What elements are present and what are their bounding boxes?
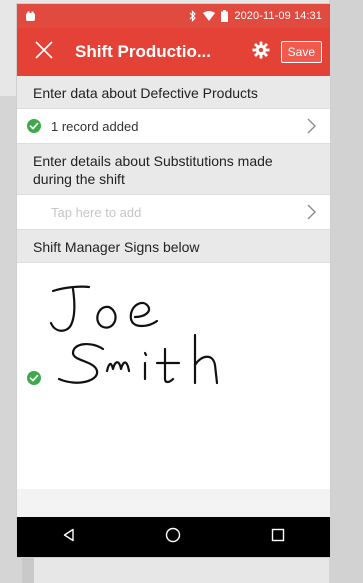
app-notification-icon: [25, 11, 36, 22]
navigation-bar: [17, 517, 330, 557]
gear-icon: [252, 41, 270, 64]
settings-button[interactable]: [247, 38, 275, 66]
close-button[interactable]: [27, 35, 61, 69]
substitutions-header: Enter details about Substitutions made d…: [17, 144, 330, 194]
background-panel-right: [329, 0, 363, 583]
recents-icon: [271, 528, 285, 547]
phone-screen: 2020-11-09 14:31 Shift Productio... Save…: [17, 4, 330, 557]
save-button[interactable]: Save: [280, 41, 322, 63]
substitutions-placeholder: Tap here to add: [51, 204, 142, 220]
bluetooth-icon: [189, 10, 197, 22]
nav-recents-button[interactable]: [258, 521, 298, 553]
back-icon: [62, 528, 76, 547]
nav-back-button[interactable]: [49, 521, 89, 553]
chevron-right-icon: [304, 203, 318, 221]
check-circle-icon: [27, 371, 41, 385]
app-toolbar: Shift Productio... Save: [17, 28, 330, 76]
signature-header: Shift Manager Signs below: [17, 230, 330, 262]
signature-drawing: [49, 285, 219, 385]
nav-home-button[interactable]: [153, 521, 193, 553]
defective-products-row[interactable]: 1 record added: [17, 108, 330, 144]
status-datetime: 2020-11-09 14:31: [234, 10, 322, 22]
battery-icon: [221, 10, 229, 22]
substitutions-row[interactable]: Tap here to add: [17, 194, 330, 230]
wifi-icon: [203, 11, 216, 21]
page-title: Shift Productio...: [75, 42, 211, 61]
chevron-right-icon: [304, 117, 318, 135]
close-icon: [34, 40, 54, 65]
check-circle-icon: [27, 119, 41, 133]
status-bar: 2020-11-09 14:31: [17, 4, 330, 28]
defective-products-header: Enter data about Defective Products: [17, 76, 330, 108]
signature-pad[interactable]: [17, 262, 330, 489]
home-icon: [165, 527, 181, 548]
defective-products-status: 1 record added: [51, 118, 139, 134]
